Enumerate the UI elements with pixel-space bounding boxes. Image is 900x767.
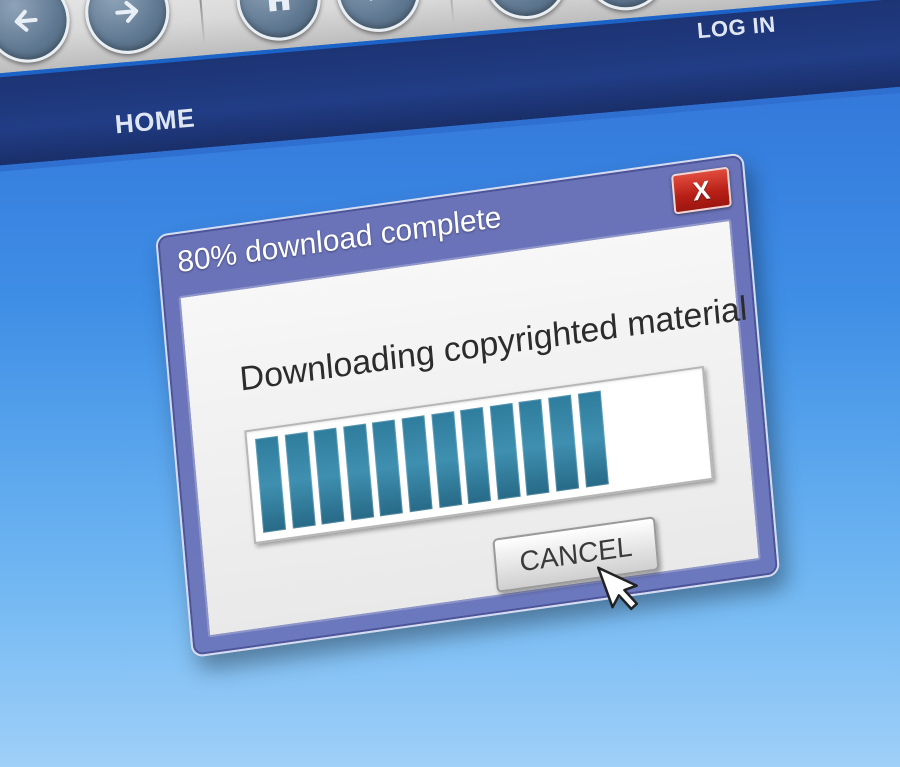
progress-segment (401, 415, 433, 513)
progress-segment (372, 419, 404, 517)
forward-button[interactable] (81, 0, 173, 58)
dialog-close-button[interactable]: X (670, 166, 732, 215)
home-icon (264, 0, 293, 12)
progress-segment (342, 423, 375, 521)
dialog-body: Downloading copyrighted material CANCEL (178, 218, 761, 638)
progress-segment (284, 431, 316, 529)
forward-arrow-icon (115, 0, 139, 23)
nav-home-link[interactable]: HOME (114, 102, 196, 140)
progress-fill (255, 377, 703, 533)
progress-segment (430, 411, 462, 509)
progress-segment (577, 390, 609, 488)
toolbar-divider (195, 0, 206, 46)
refresh-icon (502, 0, 550, 1)
download-dialog: 80% download complete X Downloading copy… (155, 152, 781, 658)
progress-segment (460, 407, 492, 504)
scene: HOME LOG IN 80% download complete X Down… (0, 0, 900, 767)
home-button[interactable] (233, 0, 325, 45)
progress-segment (518, 398, 550, 496)
nav-login-link[interactable]: LOG IN (696, 11, 777, 44)
back-arrow-icon (14, 9, 38, 32)
stop-icon (367, 0, 389, 1)
toolbar-divider (444, 0, 455, 24)
refresh-button[interactable] (480, 0, 572, 23)
progress-segment (489, 402, 521, 500)
close-icon: X (691, 173, 712, 207)
progress-segment (313, 427, 345, 525)
progress-segment (255, 435, 287, 533)
back-button[interactable] (0, 0, 74, 67)
progress-segment (548, 394, 580, 492)
stop-button[interactable] (332, 0, 424, 36)
close-tab-button[interactable] (579, 0, 671, 14)
